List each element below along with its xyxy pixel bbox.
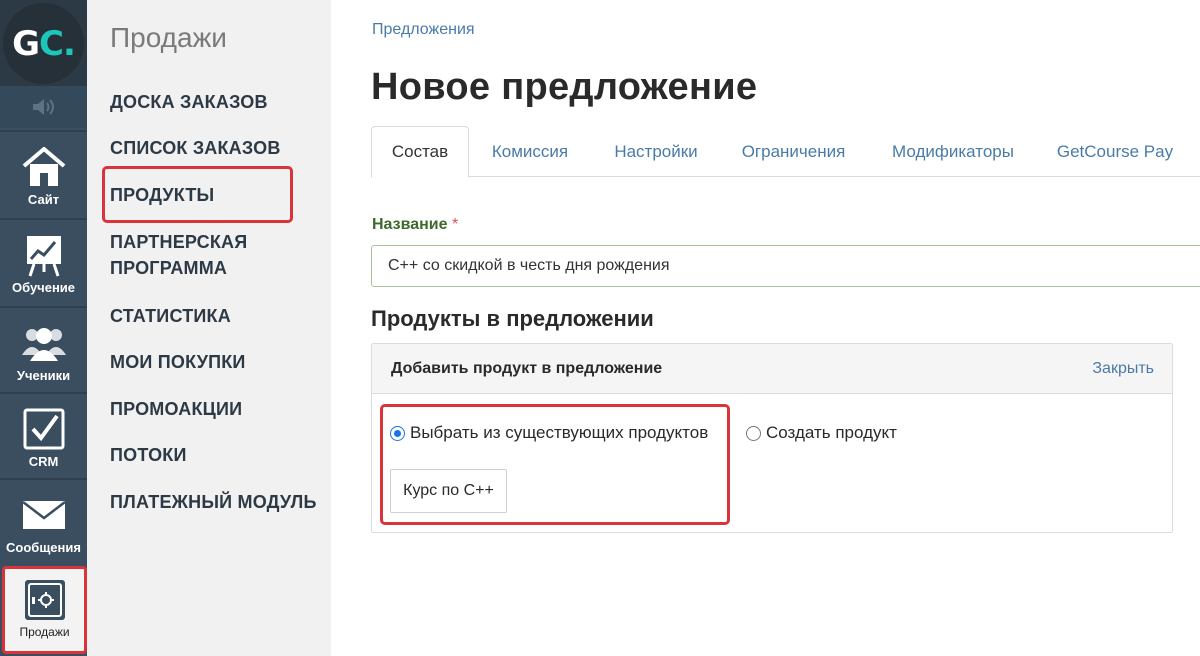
- rail-item-students[interactable]: Ученики: [0, 306, 87, 393]
- sidebar-title: Продажи: [110, 22, 227, 53]
- tab-settings[interactable]: Настройки: [597, 126, 715, 177]
- sidebar-item-label: ПАРТНЕРСКАЯ: [110, 232, 248, 252]
- sidebar-item-label: ПРОГРАММА: [110, 258, 228, 278]
- tab-restrictions[interactable]: Ограничения: [726, 126, 861, 177]
- rail-label: Сайт: [27, 192, 60, 207]
- page-title: Новое предложение: [371, 66, 758, 108]
- sidebar-item-orders-list[interactable]: СПИСОК ЗАКАЗОВ: [110, 135, 281, 161]
- envelope-icon: [21, 492, 67, 538]
- radio-create-product[interactable]: Создать продукт: [746, 423, 897, 443]
- icon-rail: GC. Сайт Обучение Ученики CRM Сообщения: [0, 0, 87, 656]
- sidebar-item-streams[interactable]: ПОТОКИ: [110, 442, 187, 468]
- panel-header: Добавить продукт в предложение Закрыть: [372, 344, 1172, 394]
- tab-getcourse-pay[interactable]: GetCourse Pay: [1047, 126, 1183, 177]
- section-title-products: Продукты в предложении: [371, 306, 654, 331]
- panel-title: Добавить продукт в предложение: [391, 360, 663, 377]
- tab-modifiers[interactable]: Модификаторы: [877, 126, 1029, 177]
- logo[interactable]: GC.: [0, 0, 87, 86]
- sidebar-item-my-purchases[interactable]: МОИ ПОКУПКИ: [110, 349, 246, 375]
- rail-item-crm[interactable]: CRM: [0, 392, 87, 479]
- speaker-icon[interactable]: [0, 86, 87, 128]
- sidebar-item-orders-board[interactable]: ДОСКА ЗАКАЗОВ: [110, 89, 268, 115]
- close-link[interactable]: Закрыть: [1092, 360, 1154, 378]
- rail-label: Продажи: [19, 625, 70, 639]
- rail-item-messages[interactable]: Сообщения: [0, 478, 87, 565]
- rail-item-site[interactable]: Сайт: [0, 130, 87, 217]
- rail-item-learning[interactable]: Обучение: [0, 218, 87, 305]
- tab-composition[interactable]: Состав: [371, 126, 469, 178]
- sidebar-item-partner-program[interactable]: ПАРТНЕРСКАЯ ПРОГРАММА: [110, 229, 247, 281]
- tab-bar: Состав Комиссия Настройки Ограничения Мо…: [371, 126, 1200, 178]
- rail-label: Ученики: [16, 368, 71, 383]
- radio-label: Создать продукт: [766, 423, 897, 442]
- sidebar-item-promotions[interactable]: ПРОМОАКЦИИ: [110, 396, 242, 422]
- rail-item-sales[interactable]: Продажи: [2, 566, 87, 654]
- breadcrumb[interactable]: Предложения: [372, 21, 475, 39]
- highlight-frame-product-select: [380, 404, 730, 525]
- name-input[interactable]: [371, 245, 1200, 287]
- name-field-label: Название *: [372, 216, 459, 233]
- rail-label: Обучение: [11, 280, 76, 295]
- sales-sidebar: Продажи ДОСКА ЗАКАЗОВ СПИСОК ЗАКАЗОВ ПРО…: [87, 0, 331, 656]
- chart-board-icon: [24, 232, 64, 278]
- safe-icon: [24, 577, 66, 623]
- required-mark: *: [451, 216, 459, 233]
- home-icon: [21, 144, 67, 190]
- sidebar-item-payment-module[interactable]: ПЛАТЕЖНЫЙ МОДУЛЬ: [110, 489, 317, 515]
- highlight-frame-products: [102, 166, 293, 223]
- logo-text: GC.: [12, 23, 76, 64]
- checkbox-icon: [23, 406, 65, 452]
- logo-badge: GC.: [3, 3, 84, 84]
- rail-label: Сообщения: [6, 540, 81, 555]
- radio-button-unchecked[interactable]: [746, 425, 761, 441]
- sidebar-item-statistics[interactable]: СТАТИСТИКА: [110, 303, 231, 329]
- tab-commission[interactable]: Комиссия: [475, 126, 585, 177]
- users-icon: [20, 320, 68, 366]
- rail-label: CRM: [28, 454, 59, 469]
